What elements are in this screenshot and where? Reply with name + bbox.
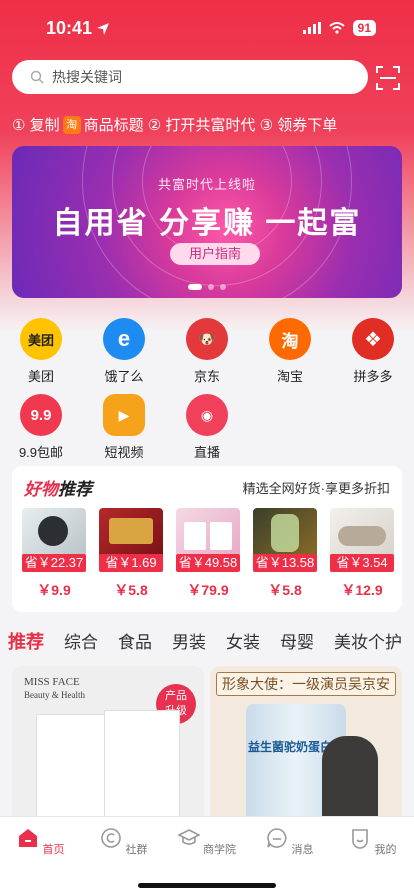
tab-academy[interactable]: 商学院 — [177, 827, 237, 857]
tab-food[interactable]: 食品 — [118, 628, 152, 652]
tab-home[interactable]: 首页 — [11, 827, 71, 857]
banner-pagination — [12, 284, 402, 290]
tab-general[interactable]: 综合 — [64, 628, 98, 652]
product-image — [176, 508, 240, 558]
tab-recommend[interactable]: 推荐 — [8, 628, 44, 652]
product-image — [99, 508, 163, 558]
recommend-title: 好物推荐 — [24, 479, 92, 499]
usage-steps: ① 复制 淘 商品标题 ② 打开共富时代 ③ 领券下单 — [12, 115, 338, 134]
location-arrow-icon — [97, 22, 110, 35]
pagination-dot — [208, 284, 214, 290]
category-short-video[interactable]: ▶ 短视频 — [89, 394, 159, 461]
pagination-dot — [188, 284, 202, 290]
product-image — [36, 714, 106, 824]
bottom-tab-bar: 首页 社群 商学院 消息 我的 — [0, 816, 414, 896]
product-list: 省￥22.37 ￥9.9 省￥1.69 ￥5.8 省￥49.58 ￥79.9 省… — [12, 508, 402, 600]
promo-banner[interactable]: 共富时代上线啦 自用省 分享赚 一起富 用户指南 — [12, 146, 402, 298]
product-item[interactable]: 省￥1.69 ￥5.8 — [99, 508, 163, 600]
tab-profile[interactable]: 我的 — [343, 827, 403, 857]
taobao-badge-icon: 淘 — [62, 115, 81, 134]
product-item[interactable]: 省￥22.37 ￥9.9 — [22, 508, 86, 600]
category-pinduoduo[interactable]: ❖ 拼多多 — [338, 318, 408, 385]
status-bar: 10:41 91 — [0, 0, 414, 56]
brand-label: MISS FACE Beauty & Health — [24, 676, 85, 700]
ambassador-banner: 形象大使：一级演员吴京安 — [216, 672, 396, 696]
academy-icon — [177, 829, 201, 845]
taobao-icon: 淘 — [269, 318, 311, 360]
community-icon — [101, 828, 122, 848]
recommend-section: 好物推荐 精选全网好货·享更多折扣 省￥22.37 ￥9.9 省￥1.69 ￥5… — [12, 466, 402, 612]
product-image — [330, 508, 394, 558]
home-indicator — [138, 883, 276, 888]
pagination-dot — [220, 284, 226, 290]
user-guide-button[interactable]: 用户指南 — [170, 243, 260, 265]
status-time: 10:41 — [46, 18, 110, 39]
product-item[interactable]: 省￥49.58 ￥79.9 — [176, 508, 240, 600]
feed-card[interactable]: MISS FACE Beauty & Health 产品 升级 — [12, 666, 204, 826]
banner-title: 自用省 分享赚 一起富 — [52, 207, 362, 240]
banner-subtitle: 共富时代上线啦 — [157, 177, 256, 192]
jd-icon: 🐶 — [186, 318, 228, 360]
category-nine-nine[interactable]: 9.9 9.9包邮 — [6, 394, 76, 461]
pinduoduo-icon: ❖ — [352, 318, 394, 360]
category-jd[interactable]: 🐶 京东 — [172, 318, 242, 385]
product-image — [22, 508, 86, 558]
meituan-icon: 美团 — [20, 318, 62, 360]
tab-beauty[interactable]: 美妆个护 — [334, 628, 402, 652]
tab-maternity[interactable]: 母婴 — [280, 628, 314, 652]
category-meituan[interactable]: 美团 美团 — [6, 318, 76, 385]
eleme-icon: e — [103, 318, 145, 360]
product-image — [253, 508, 317, 558]
search-placeholder: 热搜关键词 — [52, 69, 122, 85]
tab-womenswear[interactable]: 女装 — [226, 628, 260, 652]
product-item[interactable]: 省￥13.58 ￥5.8 — [253, 508, 317, 600]
live-icon: ◉ — [186, 394, 228, 436]
category-taobao[interactable]: 淘 淘宝 — [255, 318, 325, 385]
ambassador-photo — [322, 736, 378, 826]
scan-icon[interactable] — [374, 64, 402, 92]
message-icon — [267, 828, 287, 848]
category-live[interactable]: ◉ 直播 — [172, 394, 242, 461]
nine-nine-icon: 9.9 — [20, 394, 62, 436]
cellular-signal-icon — [302, 22, 321, 34]
profile-icon — [352, 829, 369, 849]
product-item[interactable]: 省￥3.54 ￥12.9 — [330, 508, 394, 600]
category-eleme[interactable]: e 饿了么 — [89, 318, 159, 385]
category-tabs: 推荐 综合 食品 男装 女装 母婴 美妆个护 — [0, 628, 414, 652]
tab-community[interactable]: 社群 — [94, 827, 154, 857]
feed-card[interactable]: 形象大使：一级演员吴京安 益生菌驼奶蛋白粉 — [210, 666, 402, 826]
search-icon — [30, 70, 44, 84]
wifi-icon — [328, 22, 345, 34]
short-video-icon: ▶ — [103, 394, 145, 436]
tab-menswear[interactable]: 男装 — [172, 628, 206, 652]
search-input[interactable]: 热搜关键词 — [12, 60, 368, 94]
product-image — [104, 710, 180, 824]
tab-message[interactable]: 消息 — [260, 827, 320, 857]
battery-indicator: 91 — [352, 20, 376, 36]
recommend-desc: 精选全网好货·享更多折扣 — [242, 480, 390, 496]
home-icon — [19, 829, 38, 847]
